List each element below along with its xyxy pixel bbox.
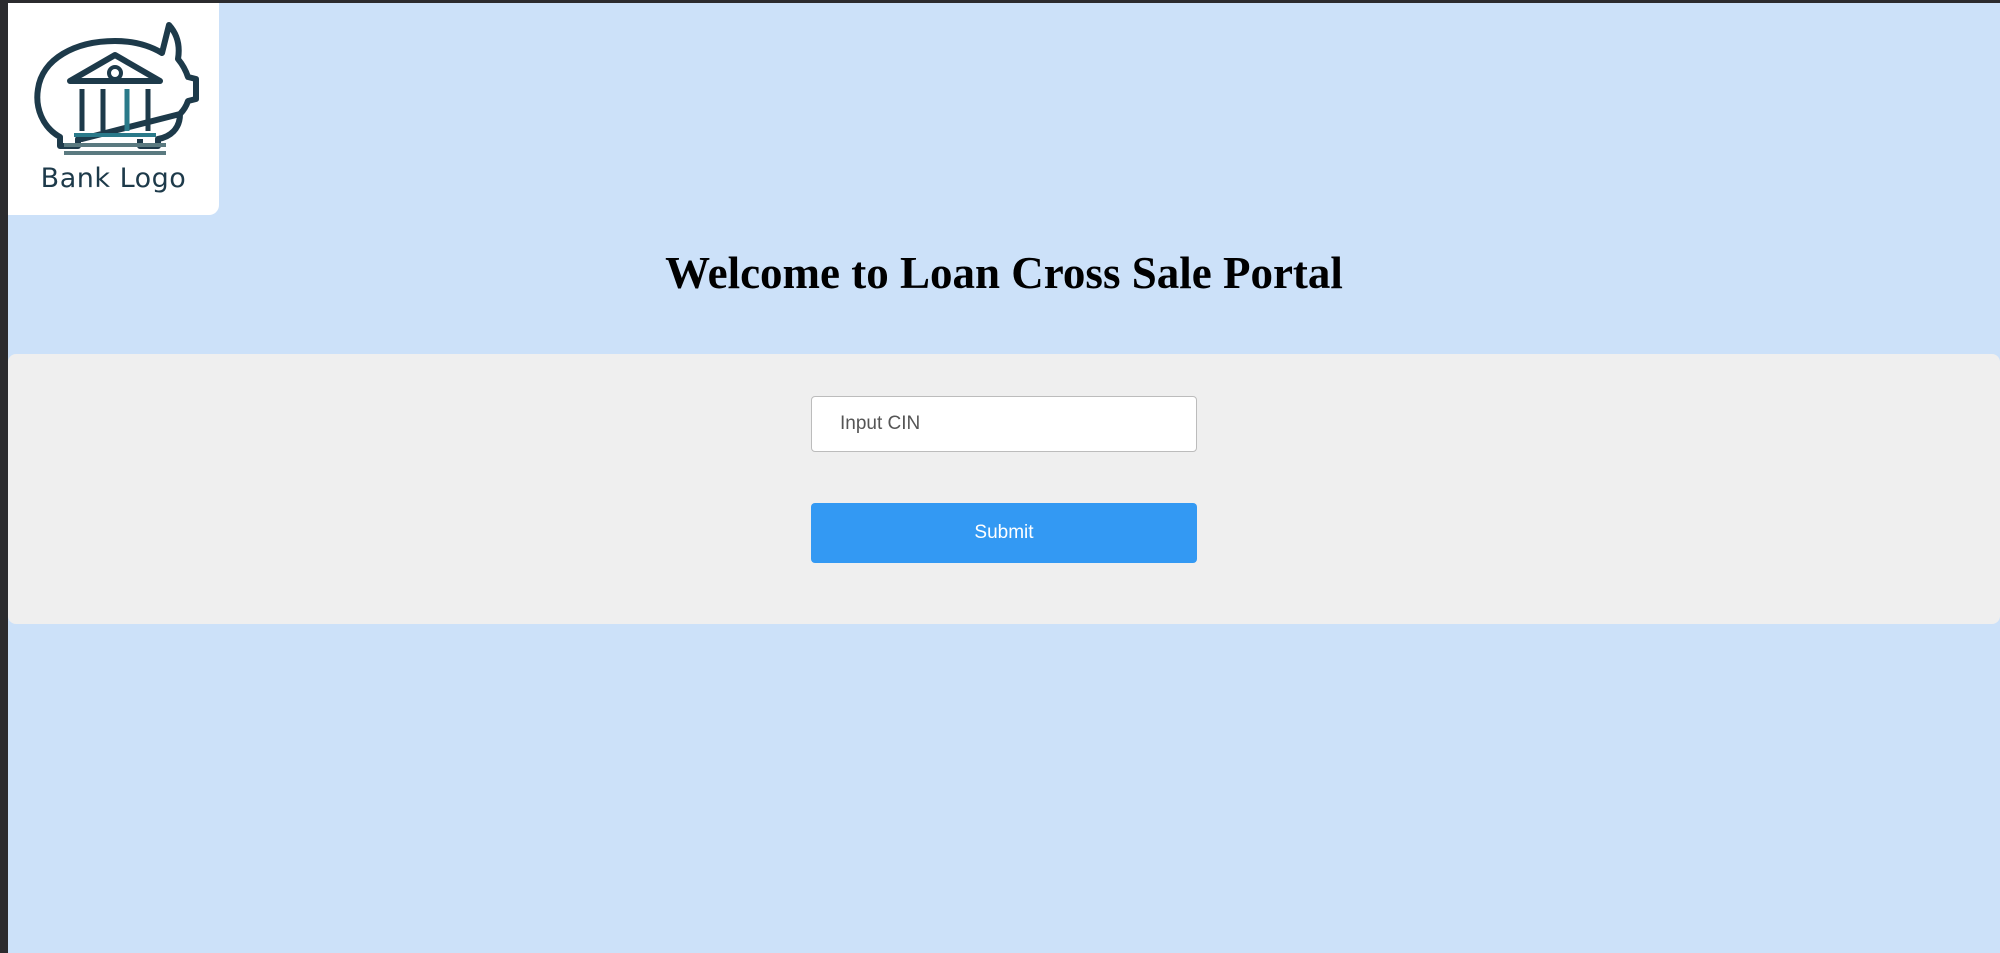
- cin-form: Submit: [8, 354, 2000, 624]
- page: Bank Logo Welcome to Loan Cross Sale Por…: [8, 3, 2000, 953]
- submit-button[interactable]: Submit: [811, 503, 1197, 563]
- page-title: Welcome to Loan Cross Sale Portal: [665, 248, 1343, 298]
- bank-logo: Bank Logo: [8, 3, 219, 215]
- bank-building-piggy-icon: [34, 22, 199, 155]
- cin-input[interactable]: [811, 396, 1197, 452]
- logo-text: Bank Logo: [40, 163, 187, 194]
